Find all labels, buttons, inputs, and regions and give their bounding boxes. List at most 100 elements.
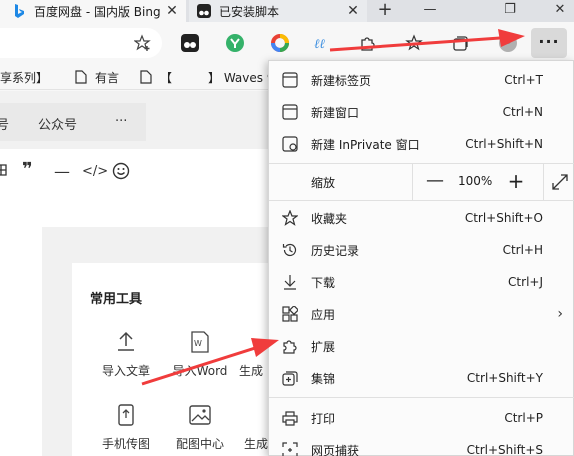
new-window-icon bbox=[281, 103, 299, 121]
table-icon[interactable] bbox=[0, 162, 8, 181]
tampermonkey-icon[interactable] bbox=[180, 33, 200, 53]
menu-item-label: 应用 bbox=[311, 307, 336, 322]
extension-script-icon[interactable]: ℓℓ bbox=[314, 33, 334, 53]
menu-item-apps[interactable]: 应用 › bbox=[269, 298, 574, 330]
menu-item-new-inprivate-window[interactable]: 新建 InPrivate 窗口 Ctrl+Shift+N bbox=[269, 128, 574, 160]
collections-icon[interactable] bbox=[450, 33, 470, 53]
menu-item-label: 集锦 bbox=[311, 371, 336, 386]
menu-item-label: 网页捕获 bbox=[311, 443, 360, 456]
settings-more-button[interactable]: ··· bbox=[531, 28, 567, 58]
menu-item-shortcut: Ctrl+Shift+O bbox=[464, 211, 543, 225]
toolbar: ℓℓ ··· bbox=[0, 22, 574, 64]
menu-item-shortcut: Ctrl+H bbox=[502, 243, 543, 257]
zoom-in-button[interactable]: + bbox=[505, 169, 527, 193]
history-icon bbox=[281, 241, 299, 259]
new-tab-icon bbox=[281, 71, 299, 89]
extension-ring-icon[interactable] bbox=[270, 33, 290, 53]
tool-label: 手机传图 bbox=[101, 437, 150, 451]
tab-title: 百度网盘 - 国内版 Bing bbox=[34, 4, 161, 19]
tool-import-article[interactable]: 导入文章 bbox=[91, 330, 161, 379]
quote-icon[interactable]: ❞ bbox=[22, 159, 33, 180]
card-title: 常用工具 bbox=[90, 292, 143, 307]
address-bar[interactable] bbox=[0, 28, 162, 58]
emoji-icon[interactable] bbox=[112, 162, 130, 184]
zoom-out-button[interactable]: — bbox=[424, 170, 446, 191]
profile-avatar-icon[interactable] bbox=[498, 33, 518, 53]
close-icon[interactable]: ✕ bbox=[345, 3, 361, 19]
tool-label: 生成 bbox=[244, 437, 268, 451]
download-icon bbox=[281, 273, 299, 291]
menu-item-shortcut: Ctrl+Shift+S bbox=[466, 443, 543, 456]
minimize-icon[interactable]: — bbox=[410, 0, 450, 22]
tab-strip: 百度网盘 - 国内版 Bing ✕ 已安装脚本 ✕ + — ❐ ✕ bbox=[0, 0, 574, 22]
code-icon[interactable]: </> bbox=[82, 164, 108, 179]
tool-label: 配图中心 bbox=[175, 437, 224, 451]
tool-generate[interactable]: 生成 bbox=[237, 330, 265, 379]
window-close-icon[interactable]: ✕ bbox=[540, 0, 574, 22]
tab-title: 已安装脚本 bbox=[219, 4, 280, 19]
image-icon bbox=[189, 403, 211, 427]
generate-icon bbox=[245, 403, 267, 427]
favorite-label: 【 bbox=[160, 70, 173, 85]
menu-item-shortcut: Ctrl+Shift+Y bbox=[466, 371, 543, 385]
nav-item[interactable]: 号 bbox=[0, 114, 9, 133]
favorites-icon[interactable] bbox=[404, 33, 424, 53]
tab-installed-scripts[interactable]: 已安装脚本 ✕ bbox=[189, 0, 367, 22]
favorite-item[interactable]: 有言 bbox=[75, 68, 119, 86]
menu-divider bbox=[269, 200, 574, 201]
menu-item-history[interactable]: 历史记录 Ctrl+H bbox=[269, 234, 574, 266]
svg-text:W: W bbox=[194, 339, 202, 348]
tool-generate-2[interactable]: 生成 bbox=[244, 403, 268, 452]
nav-bar: 号 公众号 ··· bbox=[0, 103, 146, 141]
web-capture-icon bbox=[281, 441, 299, 456]
svg-text:ℓℓ: ℓℓ bbox=[314, 37, 325, 52]
menu-item-label: 扩展 bbox=[311, 339, 336, 354]
favorites-icon bbox=[281, 209, 299, 227]
menu-item-downloads[interactable]: 下载 Ctrl+J bbox=[269, 266, 574, 298]
close-icon[interactable]: ✕ bbox=[164, 3, 180, 19]
menu-divider bbox=[543, 164, 544, 200]
upload-icon bbox=[115, 330, 137, 354]
fullscreen-icon[interactable] bbox=[551, 173, 569, 191]
menu-item-shortcut: Ctrl+Shift+N bbox=[465, 137, 543, 151]
new-tab-button[interactable]: + bbox=[372, 0, 398, 22]
favorite-item[interactable]: 【 bbox=[140, 68, 172, 86]
restore-icon[interactable]: ❐ bbox=[490, 0, 530, 22]
nav-more-button[interactable]: ··· bbox=[115, 114, 127, 129]
menu-item-shortcut: Ctrl+P bbox=[504, 411, 543, 425]
phone-icon bbox=[115, 403, 137, 427]
tool-phone-image[interactable]: 手机传图 bbox=[91, 403, 161, 452]
extension-green-icon[interactable] bbox=[225, 33, 245, 53]
menu-item-print[interactable]: 打印 Ctrl+P bbox=[269, 402, 574, 434]
divider-icon[interactable]: — bbox=[54, 162, 70, 181]
menu-item-collections[interactable]: 集锦 Ctrl+Shift+Y bbox=[269, 362, 574, 394]
tab-baidu-netdisk[interactable]: 百度网盘 - 国内版 Bing ✕ bbox=[0, 0, 186, 22]
word-icon: W bbox=[189, 330, 211, 354]
add-favorite-icon[interactable] bbox=[133, 34, 152, 56]
settings-more-menu: 新建标签页 Ctrl+T 新建窗口 Ctrl+N 新建 InPrivate 窗口… bbox=[268, 60, 574, 456]
menu-item-label: 新建标签页 bbox=[311, 73, 372, 88]
nav-item-official-account[interactable]: 公众号 bbox=[38, 114, 77, 133]
tool-label: 导入文章 bbox=[101, 364, 150, 378]
menu-item-shortcut: Ctrl+J bbox=[508, 275, 543, 289]
page-icon bbox=[75, 70, 87, 84]
inprivate-icon bbox=[281, 135, 299, 153]
tool-import-word[interactable]: W 导入Word bbox=[165, 330, 235, 379]
menu-item-web-capture[interactable]: 网页捕获 Ctrl+Shift+S bbox=[269, 434, 574, 456]
menu-item-extensions[interactable]: 扩展 bbox=[269, 330, 574, 362]
menu-zoom-row: 缩放 — 100% + bbox=[269, 164, 574, 200]
print-icon bbox=[281, 409, 299, 427]
zoom-level: 100% bbox=[458, 174, 493, 188]
menu-item-favorites[interactable]: 收藏夹 Ctrl+Shift+O bbox=[269, 202, 574, 234]
generate-icon bbox=[240, 330, 262, 354]
extensions-icon[interactable] bbox=[358, 33, 378, 53]
menu-item-shortcut: Ctrl+T bbox=[504, 73, 543, 87]
zoom-label: 缩放 bbox=[311, 176, 336, 190]
tampermonkey-icon bbox=[197, 4, 211, 18]
menu-item-new-tab[interactable]: 新建标签页 Ctrl+T bbox=[269, 64, 574, 96]
favorite-item[interactable]: 享系列】 bbox=[0, 68, 48, 86]
tool-image-center[interactable]: 配图中心 bbox=[165, 403, 235, 452]
tool-label: 生成 bbox=[238, 364, 263, 378]
menu-item-new-window[interactable]: 新建窗口 Ctrl+N bbox=[269, 96, 574, 128]
page-icon bbox=[140, 70, 152, 84]
